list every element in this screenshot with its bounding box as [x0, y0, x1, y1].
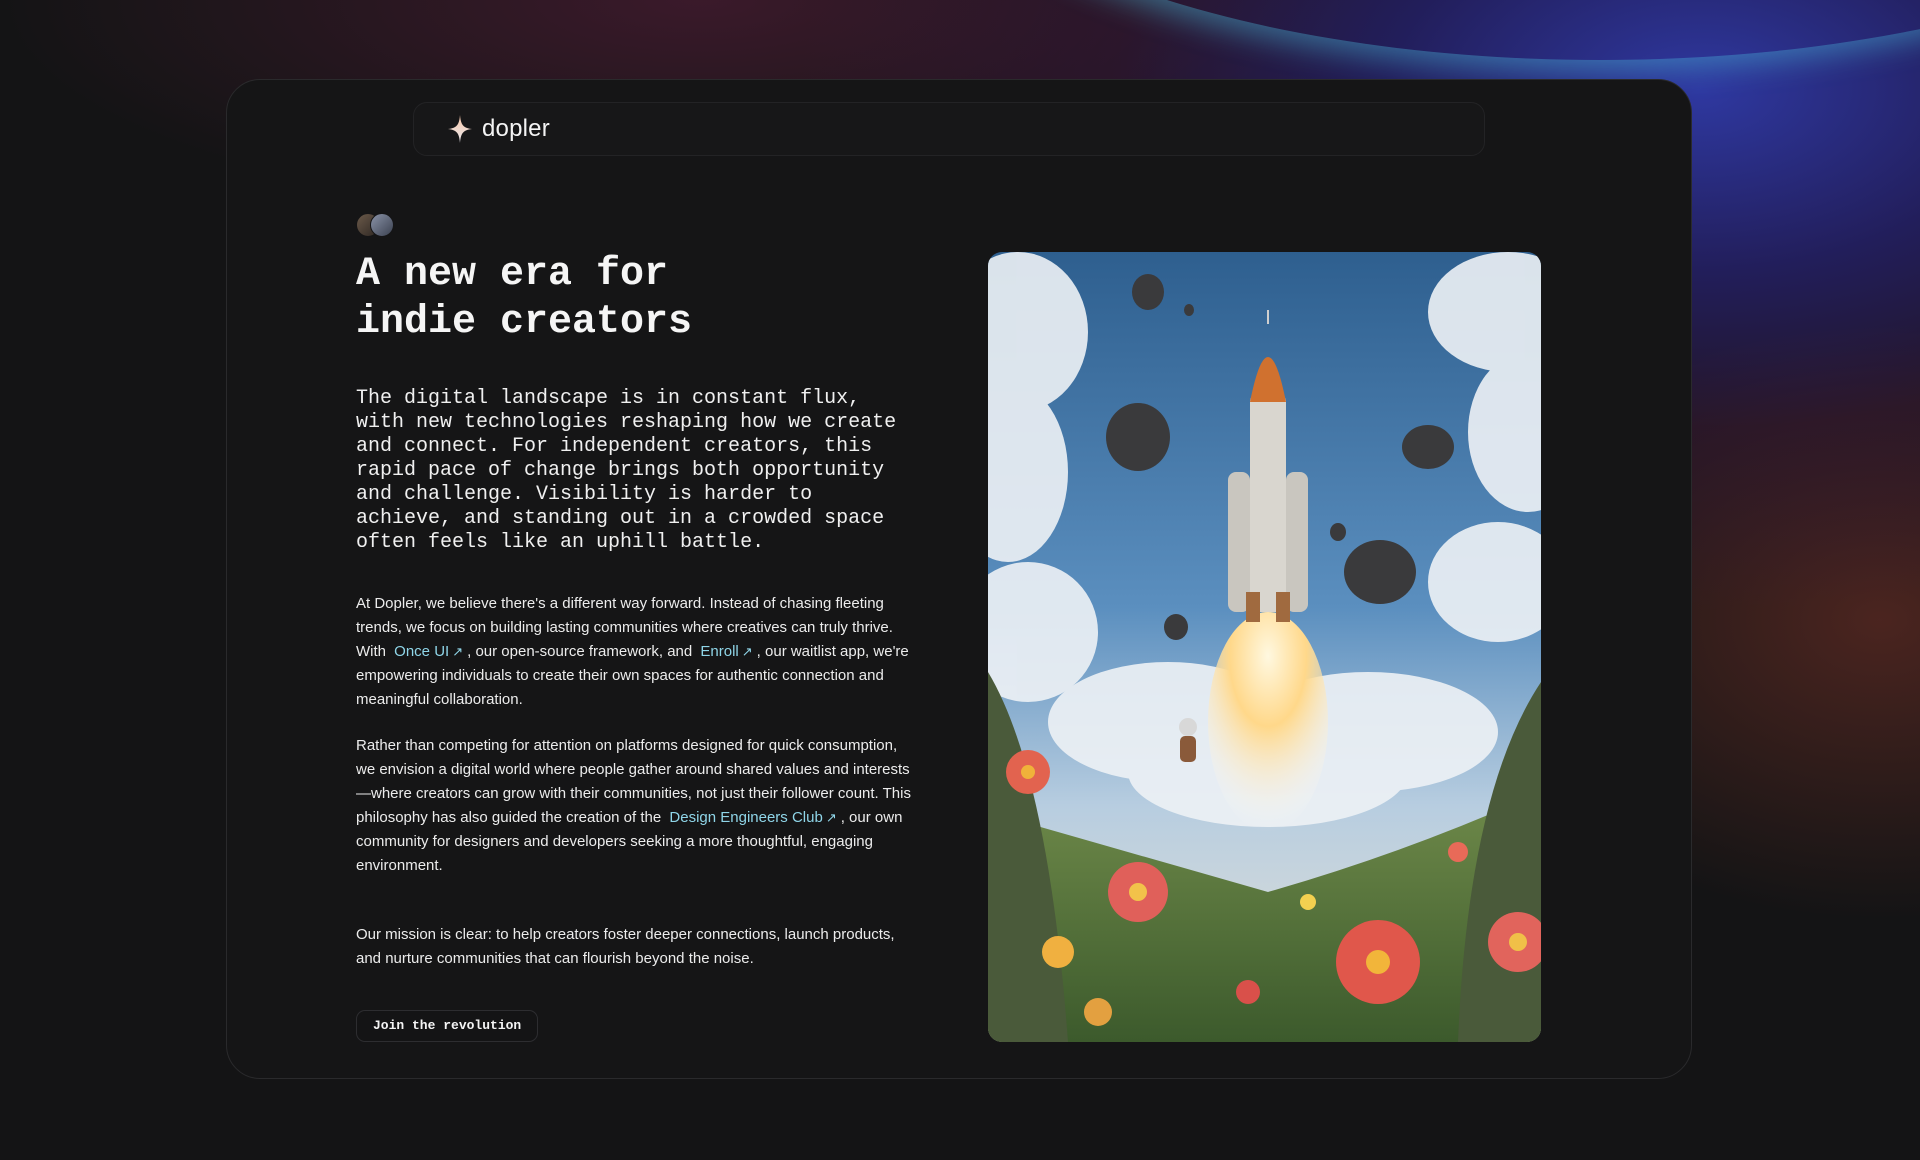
avatar-group — [356, 213, 400, 237]
link-label[interactable]: Enroll — [700, 643, 738, 660]
arrow-up-right-icon: ↗ — [452, 644, 464, 659]
header-bar: dopler — [413, 102, 1485, 156]
enroll-link[interactable]: Enroll ↗ — [696, 643, 756, 660]
sparkle-icon — [448, 115, 472, 143]
brand-name[interactable]: dopler — [482, 115, 550, 143]
join-revolution-button[interactable]: Join the revolution — [356, 1010, 539, 1042]
lead-paragraph: The digital landscape is in constant flu… — [356, 387, 897, 554]
arrow-up-right-icon: ↗ — [741, 644, 753, 659]
avatar — [370, 213, 394, 237]
body-paragraph-3: Our mission is clear: to help creators f… — [356, 926, 895, 967]
link-label[interactable]: Design Engineers Club — [669, 809, 822, 826]
main-card: dopler A new era for indie creators The … — [226, 79, 1692, 1079]
arrow-up-right-icon: ↗ — [825, 810, 837, 825]
once-ui-link[interactable]: Once UI ↗ — [390, 643, 467, 660]
design-engineers-club-link[interactable]: Design Engineers Club ↗ — [665, 809, 840, 826]
body-paragraph-1: At Dopler, we believe there's a differen… — [356, 592, 916, 712]
hero-illustration — [988, 252, 1541, 1042]
paragraph-text: , our open-source framework, and — [467, 643, 693, 660]
page-title: A new era for indie creators — [356, 252, 693, 345]
link-label[interactable]: Once UI — [394, 643, 449, 660]
body-paragraph-2: Rather than competing for attention on p… — [356, 734, 916, 878]
